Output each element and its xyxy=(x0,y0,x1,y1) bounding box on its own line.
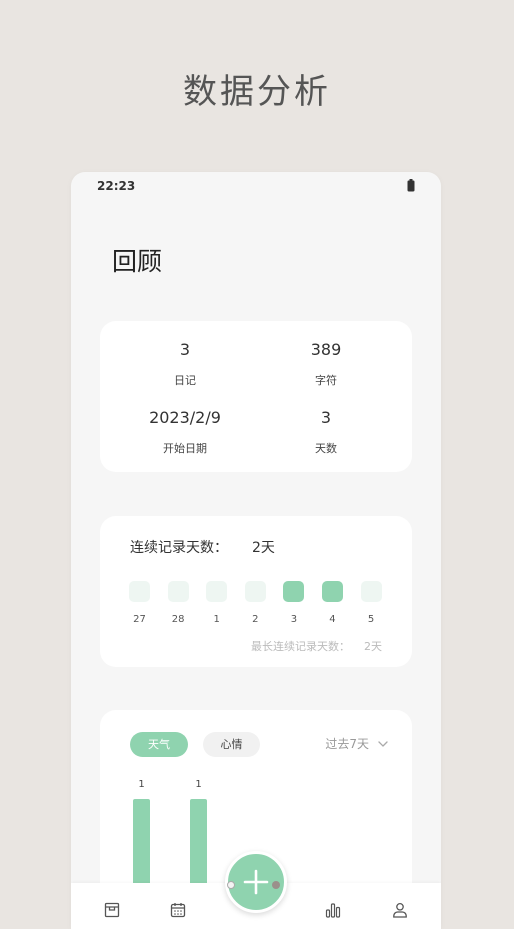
stat-days-label: 天数 xyxy=(315,442,337,455)
nav-profile-button[interactable] xyxy=(391,901,409,919)
streak-value: 2天 xyxy=(252,540,275,556)
nav-stats-button[interactable] xyxy=(324,901,342,919)
plus-icon xyxy=(243,869,269,895)
stat-start-date: 2023/2/9 开始日期 xyxy=(115,408,256,456)
decor-dot-hollow xyxy=(227,881,235,889)
streak-day: 28 xyxy=(167,581,189,626)
longest-streak-value: 2天 xyxy=(364,640,382,653)
summary-card: 3 日记 389 字符 2023/2/9 开始日期 3 天数 xyxy=(100,321,412,472)
nav-calendar-button[interactable] xyxy=(169,901,187,919)
stat-diary: 3 日记 xyxy=(115,340,256,388)
status-time: 22:23 xyxy=(97,179,136,193)
streak-day: 2 xyxy=(244,581,266,626)
day-square xyxy=(244,581,266,602)
archive-icon xyxy=(104,902,120,918)
day-label: 2 xyxy=(252,614,259,625)
stat-start-date-value: 2023/2/9 xyxy=(149,408,221,427)
stat-diary-label: 日记 xyxy=(174,374,196,387)
stat-start-date-label: 开始日期 xyxy=(163,442,207,455)
day-square xyxy=(283,581,305,602)
day-label: 27 xyxy=(133,614,146,625)
day-label: 4 xyxy=(329,614,336,625)
stat-days: 3 天数 xyxy=(256,408,397,456)
stat-chars-value: 389 xyxy=(310,340,342,359)
stat-chars-label: 字符 xyxy=(315,374,337,387)
page-title: 回顾 xyxy=(112,247,163,276)
stat-chars: 389 字符 xyxy=(256,340,397,388)
decor-dot-filled xyxy=(272,881,280,889)
profile-icon xyxy=(393,902,407,918)
range-label: 过去7天 xyxy=(325,737,369,751)
day-label: 3 xyxy=(290,614,298,625)
bar-label: 1 xyxy=(138,779,145,790)
streak-day: 1 xyxy=(206,581,228,626)
day-label: 1 xyxy=(213,614,220,625)
day-square xyxy=(360,581,382,602)
phone-screen: 22:23 回顾 3 日记 389 字符 2023/2/9 开始日期 3 天数 … xyxy=(71,172,441,929)
day-square xyxy=(129,581,150,602)
range-selector[interactable]: 过去7天 xyxy=(325,736,388,752)
day-label: 5 xyxy=(367,614,375,625)
tab-weather[interactable]: 天气 xyxy=(130,732,188,757)
streak-day: 27 xyxy=(129,581,150,626)
day-square xyxy=(321,581,343,602)
promo-title: 数据分析 xyxy=(183,72,331,112)
streak-card: 连续记录天数： 2天 27 28 1 2 3 4 5 最长连续记录天数： 2天 xyxy=(100,516,412,667)
bar-chart-icon xyxy=(325,903,341,918)
streak-day: 5 xyxy=(360,581,382,626)
day-square xyxy=(167,581,189,602)
bar-label: 1 xyxy=(195,779,202,790)
streak-days: 27 28 1 2 3 4 5 xyxy=(129,581,382,626)
stat-diary-value: 3 xyxy=(179,340,191,359)
longest-streak-label: 最长连续记录天数： xyxy=(251,640,350,653)
chevron-down-icon xyxy=(378,741,388,747)
tab-mood[interactable]: 心情 xyxy=(203,732,260,757)
stat-days-value: 3 xyxy=(320,408,332,427)
longest-streak: 最长连续记录天数： 2天 xyxy=(251,640,382,654)
streak-day: 4 xyxy=(321,581,343,626)
nav-archive-button[interactable] xyxy=(103,901,121,919)
calendar-icon xyxy=(170,903,186,918)
day-square xyxy=(206,581,228,602)
streak-day: 3 xyxy=(283,581,305,626)
battery-icon xyxy=(407,179,415,192)
day-label: 28 xyxy=(171,614,185,625)
streak-title: 连续记录天数： xyxy=(130,540,228,556)
